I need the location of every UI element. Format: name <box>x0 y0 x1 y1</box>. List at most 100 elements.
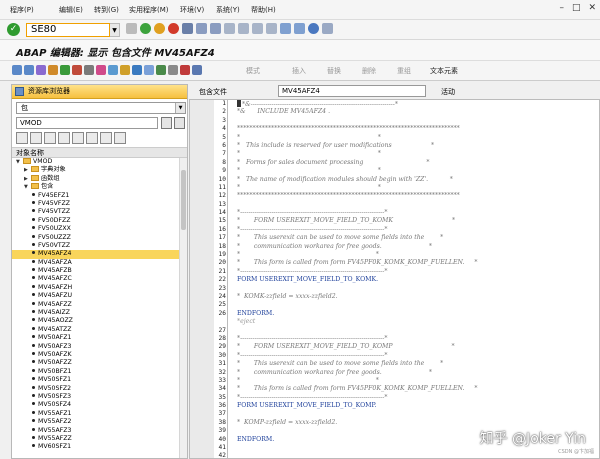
last-page-icon[interactable] <box>266 23 277 34</box>
code-line[interactable]: * This userexit can be used to move some… <box>237 234 597 242</box>
tree-item[interactable]: MV50SFZ1 <box>12 376 179 384</box>
code-line[interactable] <box>237 301 597 309</box>
code-line[interactable]: * KOMP-zzfield = xxxx-zzfield2. <box>237 419 597 427</box>
tree-folder[interactable]: ▼ 包含 <box>12 183 179 191</box>
tree-item[interactable]: MV45AFZB <box>12 267 179 275</box>
code-line[interactable]: *---------------------------------------… <box>237 352 597 360</box>
code-area[interactable]: *&--------------------------------------… <box>237 100 597 458</box>
check-icon[interactable] <box>60 65 70 75</box>
up-icon[interactable] <box>44 132 56 144</box>
tree-item[interactable]: FV50DFZZ <box>12 217 179 225</box>
tree-item[interactable]: MV45AOZZ <box>12 317 179 325</box>
tree-item[interactable]: MV45AFZZ <box>12 301 179 309</box>
code-line[interactable] <box>237 410 597 418</box>
code-line[interactable]: * * <box>237 377 597 385</box>
menu-system[interactable]: 系统(Y) <box>216 5 240 15</box>
menu-edit[interactable]: 编辑(E) <box>59 5 83 15</box>
tree-item[interactable]: MV50SFZ3 <box>12 393 179 401</box>
code-line[interactable]: * KOMK-zzfield = xxxx-zzfield2. <box>237 293 597 301</box>
transaction-code-field[interactable]: SE80 <box>26 23 110 37</box>
code-line[interactable] <box>237 327 597 335</box>
restore-button[interactable]: 重组 <box>397 66 411 76</box>
prev-page-icon[interactable] <box>238 23 249 34</box>
tree-item[interactable]: FV45EFZ1 <box>12 192 179 200</box>
tree-item[interactable]: FV45VFZZ <box>12 200 179 208</box>
object-type-select[interactable]: 包 ▼ <box>16 102 186 114</box>
cancel-icon[interactable] <box>168 23 179 34</box>
navigation-icon[interactable] <box>120 65 130 75</box>
close-icon[interactable]: ✕ <box>588 3 596 13</box>
tree-item[interactable]: FV50UZXX <box>12 225 179 233</box>
tree-item[interactable]: MV60SFZ1 <box>12 443 179 451</box>
tree-item[interactable]: MV50AFZK <box>12 351 179 359</box>
tree-item[interactable]: FV50VTZZ <box>12 242 179 250</box>
tree-item[interactable]: FV50UZZZ <box>12 234 179 242</box>
favorites-icon[interactable] <box>100 132 112 144</box>
code-line[interactable]: *---------------------------------------… <box>237 394 597 402</box>
tree-item[interactable]: MV45ATZZ <box>12 326 179 334</box>
delete-button[interactable]: 删除 <box>362 66 376 76</box>
save-icon[interactable] <box>126 23 137 34</box>
code-line[interactable]: *---------------------------------------… <box>237 209 597 217</box>
tree-item[interactable]: FV45VTZZ <box>12 208 179 216</box>
activate-icon[interactable] <box>72 65 82 75</box>
code-line[interactable]: * FORM USEREXIT_MOVE_FIELD_TO_KOMP * <box>237 343 597 351</box>
pattern-icon[interactable] <box>192 65 202 75</box>
code-line[interactable]: *eject <box>237 318 597 326</box>
code-line[interactable]: * * <box>237 134 597 142</box>
refresh-icon[interactable] <box>174 117 185 129</box>
expand-right-icon[interactable]: ▶ <box>24 175 31 183</box>
forward-arrow-icon[interactable] <box>24 65 34 75</box>
repository-browser-header[interactable]: 资源库浏览器 <box>12 85 187 99</box>
code-line[interactable]: * This form is called from form FV45PF0K… <box>237 385 597 393</box>
code-line[interactable] <box>237 117 597 125</box>
tree-item[interactable]: MV50AFZ3 <box>12 343 179 351</box>
display-change-icon[interactable] <box>36 65 46 75</box>
search-icon[interactable] <box>161 117 172 129</box>
first-page-icon[interactable] <box>224 23 235 34</box>
tree-item[interactable]: MV50AFZ1 <box>12 334 179 342</box>
code-line[interactable]: *& INCLUDE MV45AFZ4 . <box>237 108 597 116</box>
object-name-input[interactable]: VMOD <box>16 117 158 129</box>
collapse-icon[interactable] <box>58 132 70 144</box>
new-session-icon[interactable] <box>280 23 291 34</box>
code-line[interactable]: FORM USEREXIT_MOVE_FIELD_TO_KOMK. <box>237 276 597 284</box>
maximize-icon[interactable]: □ <box>572 3 581 13</box>
tree-item[interactable]: MV55AFZ1 <box>12 410 179 418</box>
code-line[interactable] <box>237 285 597 293</box>
expand-down-icon[interactable]: ▼ <box>24 183 31 191</box>
menu-environment[interactable]: 环境(V) <box>180 5 204 15</box>
tree-scrollbar[interactable] <box>179 158 187 458</box>
text-elements-button[interactable]: 文本元素 <box>430 66 458 76</box>
menu-goto[interactable]: 转到(G) <box>94 5 119 15</box>
enhance-icon[interactable] <box>144 65 154 75</box>
expand-icon[interactable] <box>72 132 84 144</box>
scrollbar-thumb[interactable] <box>181 170 186 230</box>
menu-utilities[interactable]: 实用程序(M) <box>129 5 169 15</box>
tree-folder[interactable]: ▶ 函数组 <box>12 174 179 183</box>
code-line[interactable]: * communication workarea for free goods.… <box>237 369 597 377</box>
pretty-printer-icon[interactable] <box>156 65 166 75</box>
mode-button[interactable]: 模式 <box>246 66 260 76</box>
code-line[interactable] <box>237 201 597 209</box>
breakpoint-icon[interactable] <box>168 65 178 75</box>
code-line[interactable]: ENDFORM. <box>237 310 597 318</box>
tree-item[interactable]: MV45AIZZ <box>12 309 179 317</box>
enter-check-icon[interactable]: ✓ <box>7 23 20 36</box>
expand-right-icon[interactable]: ▶ <box>24 166 31 174</box>
code-line[interactable]: * * <box>237 184 597 192</box>
code-line[interactable]: ****************************************… <box>237 125 597 133</box>
tree-item[interactable]: MV45AFZ4 <box>12 250 179 259</box>
back-icon[interactable] <box>140 23 151 34</box>
tree-folder[interactable]: ▶ 字典对象 <box>12 166 179 174</box>
code-line[interactable]: ****************************************… <box>237 192 597 200</box>
tree-item[interactable]: MV50SFZ4 <box>12 401 179 409</box>
chevron-down-icon[interactable]: ▼ <box>110 23 120 37</box>
tree-item[interactable]: MV50SFZ2 <box>12 385 179 393</box>
code-line[interactable]: * This include is reserved for user modi… <box>237 142 597 150</box>
replace-button[interactable]: 替换 <box>327 66 341 76</box>
find-next-icon[interactable] <box>210 23 221 34</box>
menu-help[interactable]: 帮助(H) <box>251 5 276 15</box>
code-line[interactable]: * FORM USEREXIT_MOVE_FIELD_TO_KOMK * <box>237 217 597 225</box>
object-list-icon[interactable] <box>108 65 118 75</box>
